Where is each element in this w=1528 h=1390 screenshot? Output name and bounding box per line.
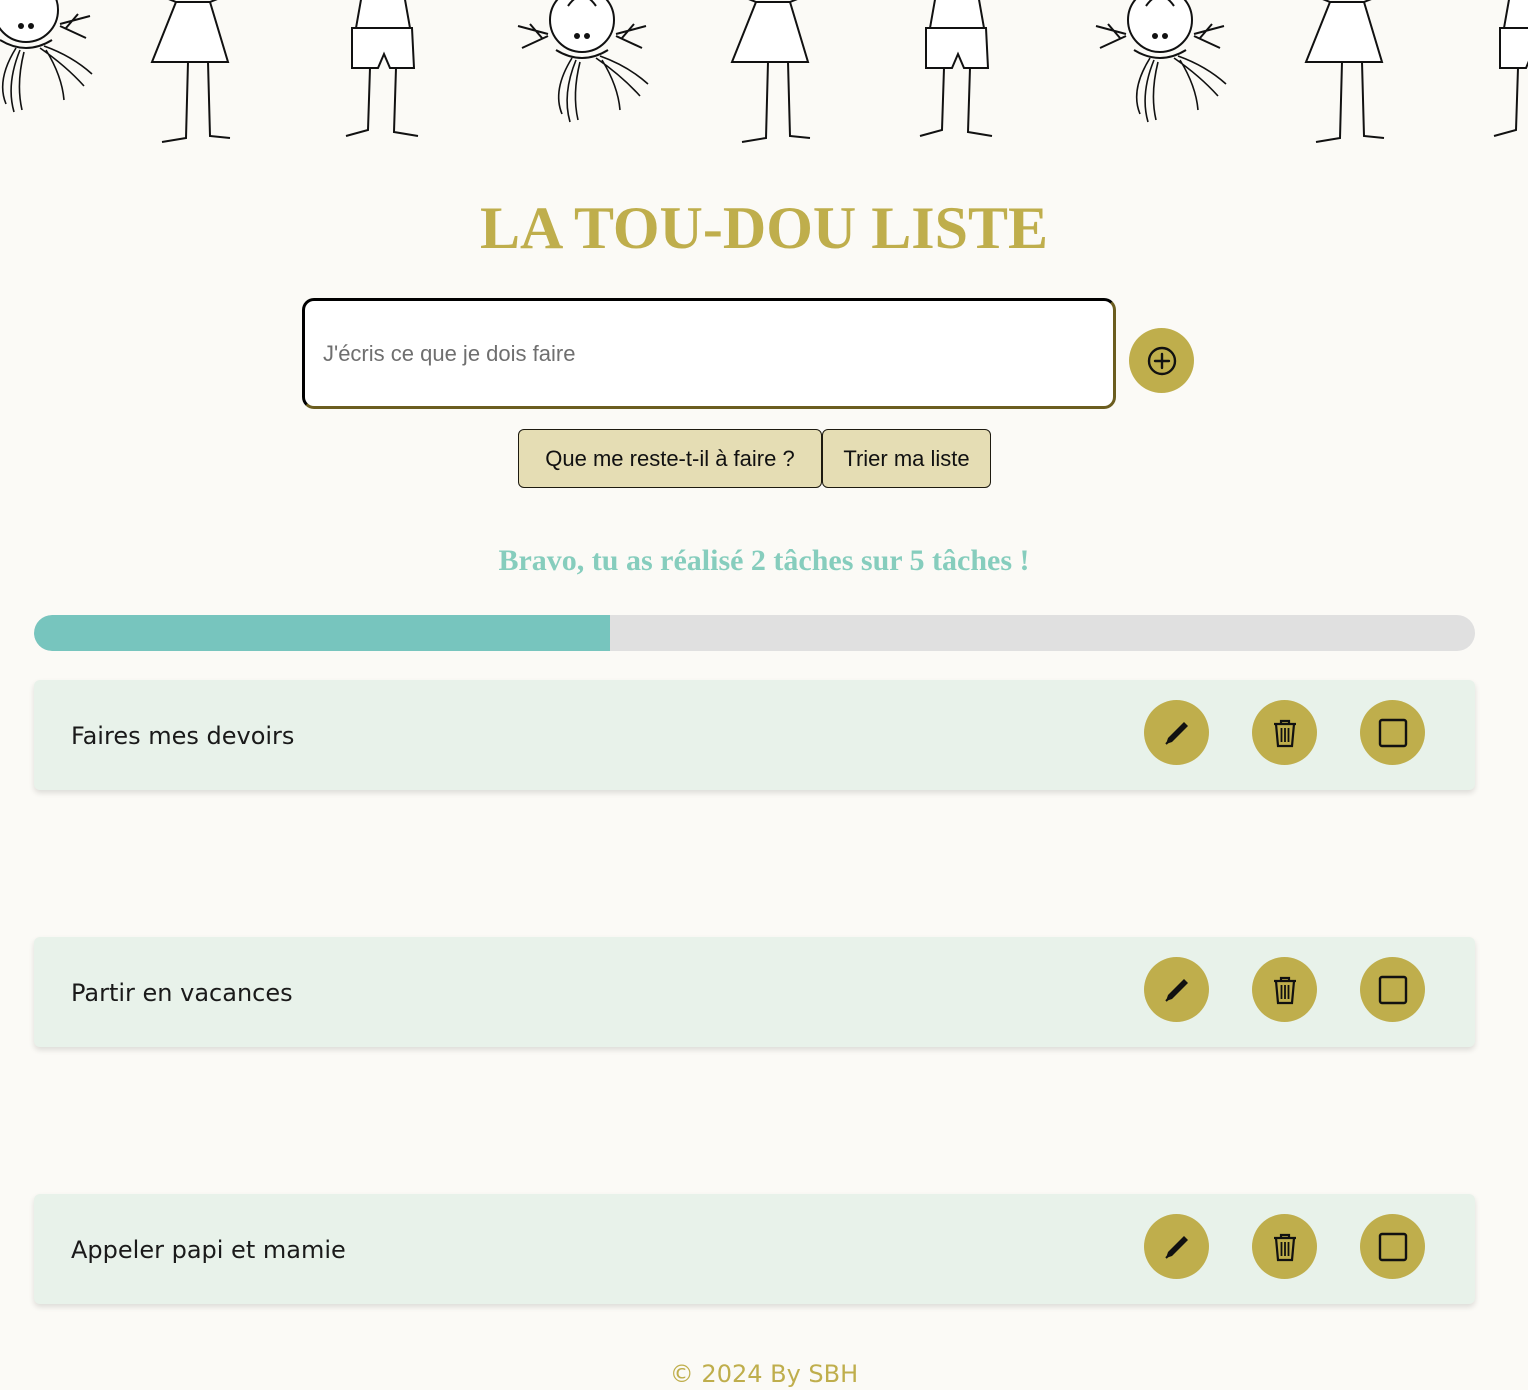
task-label: Appeler papi et mamie — [71, 1236, 346, 1264]
edit-task-button[interactable] — [1144, 700, 1209, 765]
footer-copyright: © 2024 By SBH — [669, 1360, 859, 1388]
page-title: LA TOU-DOU LISTE — [480, 195, 1048, 261]
progress-message: Bravo, tu as réalisé 2 tâches sur 5 tâch… — [498, 544, 1030, 577]
complete-task-checkbox[interactable] — [1360, 957, 1425, 1022]
add-task-button[interactable] — [1129, 328, 1194, 393]
pencil-icon — [1160, 716, 1194, 750]
delete-task-button[interactable] — [1252, 957, 1317, 1022]
trash-icon — [1270, 1231, 1300, 1263]
children-banner — [0, 0, 1528, 150]
task-item: Partir en vacances — [34, 937, 1475, 1047]
progress-bar-fill — [34, 615, 611, 651]
task-label: Partir en vacances — [71, 979, 293, 1007]
checkbox-icon — [1377, 717, 1409, 749]
delete-task-button[interactable] — [1252, 700, 1317, 765]
trash-icon — [1270, 717, 1300, 749]
pencil-icon — [1160, 1230, 1194, 1264]
complete-task-checkbox[interactable] — [1360, 700, 1425, 765]
show-remaining-button[interactable]: Que me reste-t-il à faire ? — [518, 429, 822, 488]
complete-task-checkbox[interactable] — [1360, 1214, 1425, 1279]
task-input[interactable] — [302, 298, 1116, 409]
plus-circle-icon — [1146, 345, 1178, 377]
trash-icon — [1270, 974, 1300, 1006]
checkbox-icon — [1377, 1231, 1409, 1263]
task-label: Faires mes devoirs — [71, 722, 295, 750]
sort-list-button[interactable]: Trier ma liste — [822, 429, 991, 488]
checkbox-icon — [1377, 974, 1409, 1006]
task-item: Appeler papi et mamie — [34, 1194, 1475, 1304]
delete-task-button[interactable] — [1252, 1214, 1317, 1279]
edit-task-button[interactable] — [1144, 1214, 1209, 1279]
pencil-icon — [1160, 973, 1194, 1007]
progress-bar — [34, 615, 1475, 651]
edit-task-button[interactable] — [1144, 957, 1209, 1022]
task-item: Faires mes devoirs — [34, 680, 1475, 790]
